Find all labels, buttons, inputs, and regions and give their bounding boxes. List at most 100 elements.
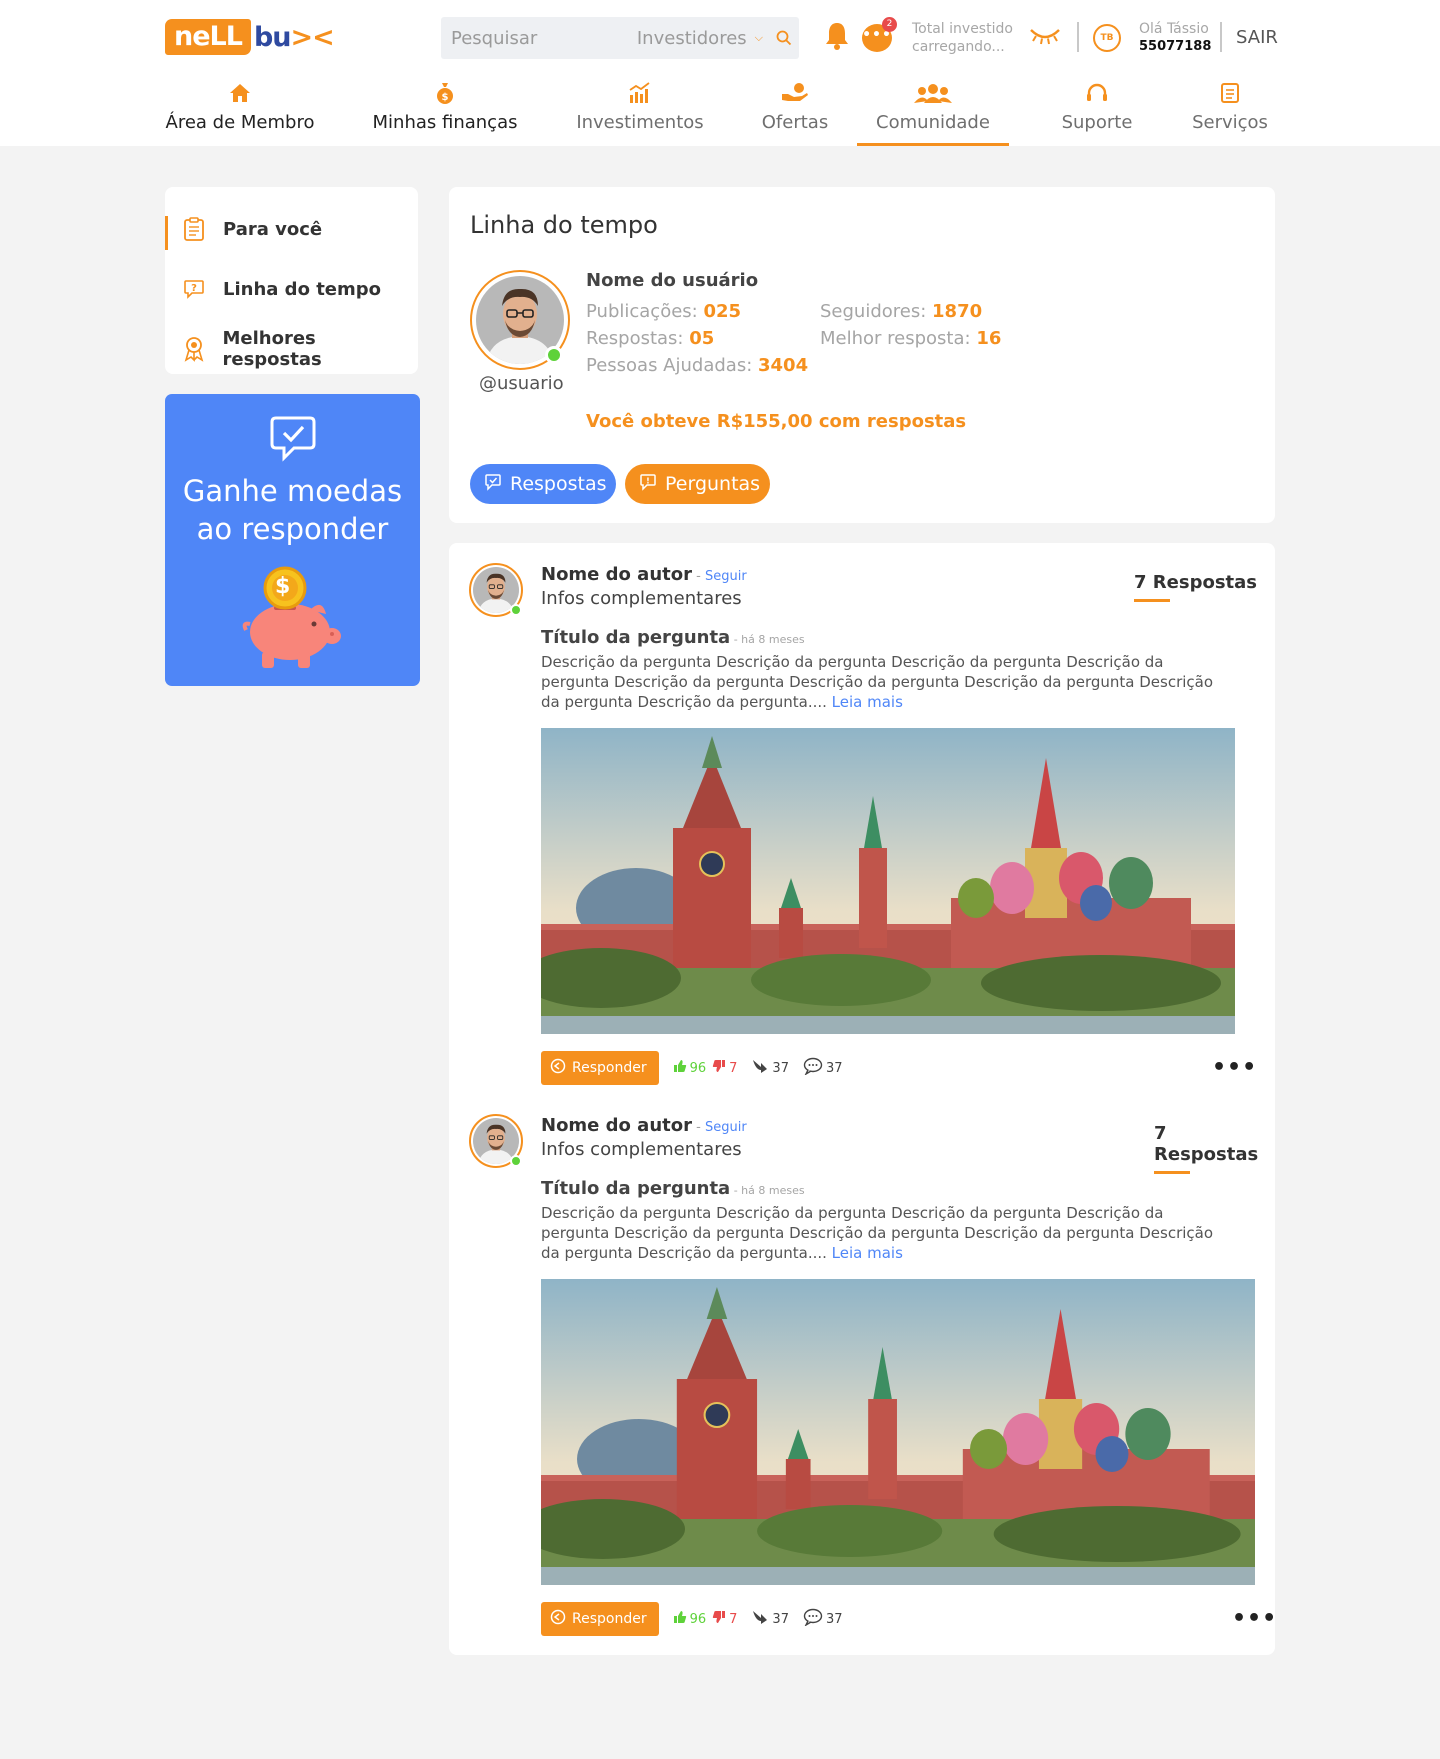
thumbs-down-icon [712,1610,726,1628]
people-icon [914,78,952,108]
post-actions: Responder 96 7 37 37 [541,1602,843,1636]
headset-icon [1085,78,1109,108]
answers-tab-button[interactable]: Respostas [470,464,616,504]
dislike-button[interactable]: 7 [712,1610,737,1628]
page-title: Linha do tempo [470,211,658,239]
thumbs-up-icon [673,1610,687,1628]
author-avatar[interactable] [469,563,523,617]
author-name[interactable]: Nome do autor [541,564,692,585]
stat-value: 1870 [932,301,983,322]
post-image[interactable] [541,1279,1255,1585]
svg-text:$: $ [442,92,449,103]
post-actions: Responder 96 7 37 37 [541,1051,843,1085]
clipboard-icon [179,214,209,244]
dislike-button[interactable]: 7 [712,1059,737,1077]
bell-icon[interactable] [822,20,852,52]
read-more-link[interactable]: Leia mais [832,1244,903,1262]
author-infos: Infos complementares [541,588,742,609]
reply-icon [550,1058,566,1078]
coin-symbol: $ [275,574,291,599]
stat-people-helped: Pessoas Ajudadas: 3404 [586,355,808,376]
stat-value: 16 [976,328,1002,349]
follow-link[interactable]: Seguir [705,1120,747,1135]
like-count: 96 [689,1611,707,1627]
answers-count-link[interactable]: 7 Respostas [1134,572,1257,602]
nav-item-suporte[interactable]: Suporte [1027,78,1167,146]
nellbux-logo[interactable]: neLL bu>< [165,19,335,55]
search-input[interactable]: Pesquisar [441,28,637,49]
money-bag-icon: $ [435,78,455,108]
logout-button[interactable]: SAIR [1236,27,1278,48]
share-arrow-icon [751,1058,769,1078]
more-options-icon[interactable]: ••• [1232,1606,1277,1631]
stat-publications: Publicações: 025 [586,301,741,322]
sidebar-item-linha-do-tempo[interactable]: ? Linha do tempo [165,259,418,319]
like-button[interactable]: 96 [673,1610,707,1628]
reply-button[interactable]: Responder [541,1051,659,1085]
nav-label: Ofertas [761,112,829,133]
thumbs-up-icon [673,1059,687,1077]
author-name[interactable]: Nome do autor [541,1115,692,1136]
nav-label: Minhas finanças [372,112,518,133]
question-post: Nome do autor - Seguir Infos complementa… [449,1094,1277,1655]
follow-link[interactable]: Seguir [705,569,747,584]
eye-closed-icon[interactable] [1028,26,1062,46]
nav-item-area-de-membro[interactable]: Área de Membro [165,78,315,146]
earn-coins-promo[interactable]: Ganhe moedas ao responder $ [165,394,420,686]
logo-mark: neLL [165,19,251,55]
sidebar-item-melhores-respostas[interactable]: Melhores respostas [165,319,418,379]
comment-button[interactable]: 37 [803,1057,843,1079]
search-icon[interactable] [769,30,799,46]
nav-label: Comunidade [876,112,990,133]
answers-tab-label: Respostas [510,473,607,495]
hand-coin-icon [780,78,810,108]
share-button[interactable]: 37 [751,1609,789,1629]
comment-icon [803,1608,823,1630]
answers-underline [1154,1171,1190,1174]
stat-label: Seguidores: [820,301,927,322]
promo-text: Ganhe moedas ao responder [165,472,420,548]
answers-count-link[interactable]: 7 Respostas [1154,1123,1275,1174]
read-more-link[interactable]: Leia mais [832,693,903,711]
reply-button[interactable]: Responder [541,1602,659,1636]
divider [1220,22,1222,52]
stat-value: 05 [689,328,715,349]
post-image[interactable] [541,728,1235,1034]
questions-tab-button[interactable]: ! Perguntas [625,464,770,504]
question-title[interactable]: Título da pergunta [541,627,730,648]
stat-answers: Respostas: 05 [586,328,714,349]
follow-separator: - [692,569,705,584]
like-button[interactable]: 96 [673,1059,706,1077]
dislike-count: 7 [729,1611,738,1627]
sidebar-item-label: Melhores respostas [222,328,322,370]
stat-label: Melhor resposta: [820,328,971,349]
comment-count: 37 [825,1611,843,1627]
nav-item-minhas-financas[interactable]: $ Minhas finanças [370,78,520,146]
thumbs-down-icon [712,1059,726,1077]
nav-label: Área de Membro [165,112,315,133]
reply-icon [550,1609,566,1629]
sidebar-item-para-voce[interactable]: Para você [165,199,418,259]
share-button[interactable]: 37 [751,1058,789,1078]
user-avatar[interactable]: TB [1093,24,1121,52]
more-options-icon[interactable]: ••• [1212,1055,1257,1080]
nav-item-comunidade[interactable]: Comunidade [857,78,1009,146]
follow-separator: - [692,1120,705,1135]
post-time: - há 8 meses [730,633,805,646]
comment-icon [803,1057,823,1079]
search-scope-select[interactable]: Investidores ⌵ [637,28,763,49]
share-count: 37 [772,1611,789,1627]
answers-count: 7 Respostas [1154,1123,1259,1165]
comment-button[interactable]: 37 [803,1608,843,1630]
messages-button[interactable]: ••• 2 [860,17,897,56]
question-title[interactable]: Título da pergunta [541,1178,730,1199]
stat-best-answer: Melhor resposta: 16 [820,328,1001,349]
author-avatar[interactable] [469,1114,523,1168]
user-name: Nome do usuário [586,270,759,291]
user-greeting: Olá Tássio 55077188 [1139,20,1211,56]
nav-item-ofertas[interactable]: Ofertas [735,78,855,146]
nav-item-investimentos[interactable]: Investimentos [565,78,715,146]
nav-item-servicos[interactable]: Serviços [1170,78,1290,146]
kremlin-photo [541,1279,1255,1585]
award-icon [179,334,209,364]
